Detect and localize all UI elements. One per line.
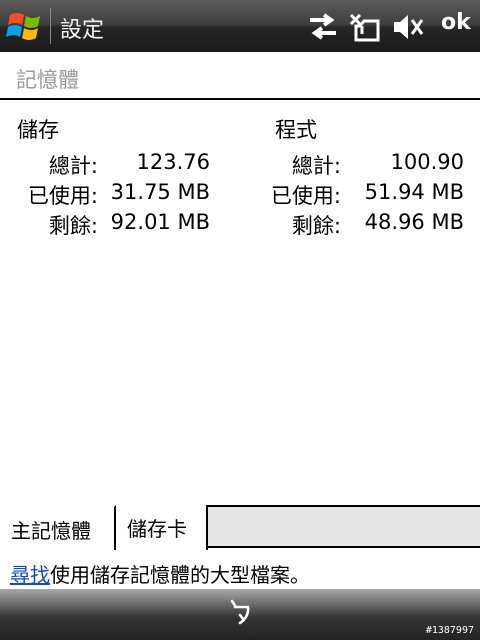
- hint-text: 使用儲存記憶體的大型檔案。: [50, 563, 310, 587]
- hint-line: 尋找使用儲存記憶體的大型檔案。: [10, 559, 310, 588]
- program-total-label: 總計:: [291, 154, 341, 178]
- storage-section-title: 儲存: [17, 118, 59, 142]
- tab-main-memory[interactable]: 主記憶體: [0, 505, 116, 550]
- watermark-text: #1387997: [425, 625, 474, 636]
- find-link[interactable]: 尋找: [10, 563, 50, 587]
- no-sim-icon[interactable]: [348, 12, 382, 42]
- input-panel-icon[interactable]: [222, 595, 258, 631]
- title-separator: [50, 8, 51, 44]
- storage-free-value: 92.01 MB: [110, 210, 210, 234]
- storage-total-label: 總計:: [48, 154, 98, 178]
- program-total-value: 100.90: [390, 150, 464, 174]
- windows-start-icon[interactable]: [4, 6, 48, 46]
- program-free-value: 48.96 MB: [364, 210, 464, 234]
- tab-storage-card[interactable]: 儲存卡: [116, 505, 208, 550]
- program-used-value: 51.94 MB: [364, 180, 464, 204]
- speaker-muted-icon[interactable]: [392, 12, 426, 42]
- storage-used-value: 31.75 MB: [110, 180, 210, 204]
- program-section-title: 程式: [275, 118, 317, 142]
- program-used-label: 已使用:: [270, 184, 341, 208]
- connectivity-icon[interactable]: [306, 12, 340, 42]
- storage-used-label: 已使用:: [27, 184, 98, 208]
- title-bar: 設定 ok: [0, 0, 480, 52]
- tab-bar: 主記憶體 儲存卡: [0, 505, 480, 550]
- softkey-bar: [0, 589, 480, 640]
- storage-total-value: 123.76: [136, 150, 210, 174]
- ok-button[interactable]: ok: [441, 10, 471, 35]
- program-free-label: 剩餘:: [291, 214, 341, 238]
- app-title: 設定: [60, 18, 105, 43]
- page-header: 記憶體: [0, 52, 480, 100]
- storage-free-label: 剩餘:: [48, 214, 98, 238]
- page-title: 記憶體: [16, 68, 79, 92]
